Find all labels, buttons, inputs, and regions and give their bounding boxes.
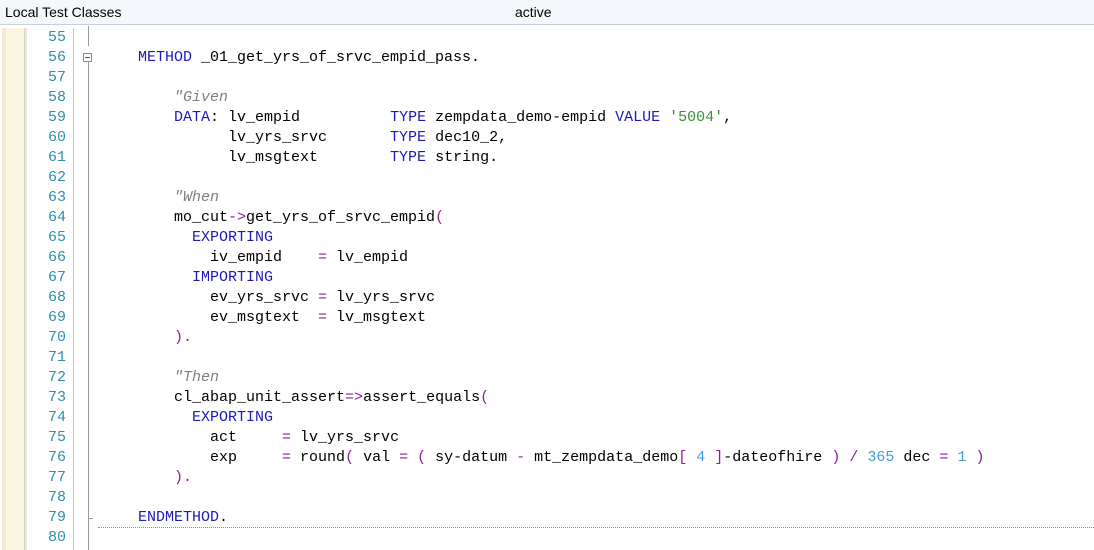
line-number: 64 [47,209,66,226]
code-text[interactable]: EXPORTING [98,408,273,428]
code-text[interactable]: act = lv_yrs_srvc [98,428,399,448]
code-line[interactable]: 59 DATA: lv_empid TYPE zempdata_demo-emp… [0,108,1094,128]
line-number: 76 [47,449,66,466]
code-text[interactable]: ). [98,328,192,348]
code-line[interactable]: 65 EXPORTING [0,228,1094,248]
line-number: 56 [47,49,66,66]
code-text[interactable]: mo_cut->get_yrs_of_srvc_empid( [98,208,444,228]
code-text[interactable]: "Then [98,368,219,388]
code-text[interactable]: "Given [98,88,228,108]
code-line[interactable]: 70 ). [0,328,1094,348]
editor-titlebar: Local Test Classes active [0,0,1094,25]
line-number: 70 [47,329,66,346]
code-text[interactable]: ev_yrs_srvc = lv_yrs_srvc [98,288,435,308]
code-text[interactable]: lv_msgtext TYPE string. [98,148,498,168]
code-editor[interactable]: 55 56 METHOD _01_get_yrs_of_srvc_empid_pas… [0,26,1094,550]
code-line[interactable]: 80 [0,528,1094,548]
line-number: 57 [47,69,66,86]
line-number: 65 [47,229,66,246]
line-number: 68 [47,289,66,306]
code-line[interactable]: 56 METHOD _01_get_yrs_of_srvc_empid_pass. [0,48,1094,68]
code-line[interactable]: 76 exp = round( val = ( sy-datum - mt_ze… [0,448,1094,468]
code-text[interactable]: ev_msgtext = lv_msgtext [98,308,426,328]
code-line[interactable]: 68 ev_yrs_srvc = lv_yrs_srvc [0,288,1094,308]
code-line[interactable]: 60 lv_yrs_srvc TYPE dec10_2, [0,128,1094,148]
code-line[interactable]: 75 act = lv_yrs_srvc [0,428,1094,448]
line-number: 62 [47,169,66,186]
line-number: 77 [47,469,66,486]
code-line[interactable]: 62 [0,168,1094,188]
code-line[interactable]: 73 cl_abap_unit_assert=>assert_equals( [0,388,1094,408]
code-text[interactable]: METHOD _01_get_yrs_of_srvc_empid_pass. [98,48,480,68]
code-text[interactable]: ). [98,468,192,488]
line-number: 58 [47,89,66,106]
line-number: 73 [47,389,66,406]
code-line[interactable]: 64 mo_cut->get_yrs_of_srvc_empid( [0,208,1094,228]
code-line[interactable]: 78 [0,488,1094,508]
line-number: 79 [47,509,66,526]
code-line[interactable]: 69 ev_msgtext = lv_msgtext [0,308,1094,328]
editor-status: active [515,4,552,20]
code-text[interactable]: "When [98,188,219,208]
line-number: 60 [47,129,66,146]
code-line[interactable]: 67 IMPORTING [0,268,1094,288]
code-text[interactable]: exp = round( val = ( sy-datum - mt_zempd… [98,448,984,468]
code-line[interactable]: 74 EXPORTING [0,408,1094,428]
line-number: 69 [47,309,66,326]
code-line[interactable]: 55 [0,28,1094,48]
code-line[interactable]: 58 "Given [0,88,1094,108]
code-line[interactable]: 71 [0,348,1094,368]
collapse-icon[interactable] [83,53,92,62]
code-text[interactable]: iv_empid = lv_empid [98,248,408,268]
code-line[interactable]: 61 lv_msgtext TYPE string. [0,148,1094,168]
code-line[interactable]: 57 [0,68,1094,88]
line-number: 59 [47,109,66,126]
line-number: 63 [47,189,66,206]
line-number: 66 [47,249,66,266]
line-number: 75 [47,429,66,446]
code-line[interactable]: 63 "When [0,188,1094,208]
code-line[interactable]: 79 ENDMETHOD. [0,508,1094,528]
code-text[interactable]: lv_yrs_srvc TYPE dec10_2, [98,128,507,148]
code-line[interactable]: 72 "Then [0,368,1094,388]
code-text[interactable]: ENDMETHOD. [98,508,228,528]
fold-end-marker [88,518,93,519]
line-number: 78 [47,489,66,506]
code-text[interactable]: EXPORTING [98,228,273,248]
line-number: 71 [47,349,66,366]
line-number: 72 [47,369,66,386]
line-number: 61 [47,149,66,166]
code-text[interactable]: IMPORTING [98,268,273,288]
code-text[interactable]: DATA: lv_empid TYPE zempdata_demo-empid … [98,108,732,128]
line-number: 67 [47,269,66,286]
line-number: 74 [47,409,66,426]
code-text[interactable]: cl_abap_unit_assert=>assert_equals( [98,388,489,408]
editor-title: Local Test Classes [5,4,122,20]
line-number: 80 [47,529,66,546]
code-line[interactable]: 66 iv_empid = lv_empid [0,248,1094,268]
line-number: 55 [47,29,66,46]
code-line[interactable]: 77 ). [0,468,1094,488]
